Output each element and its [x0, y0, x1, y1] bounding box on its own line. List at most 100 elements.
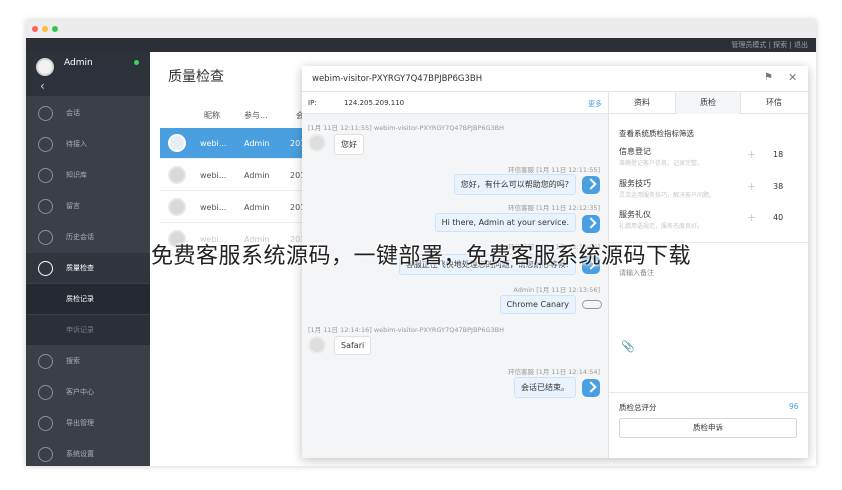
sidebar-item-conversations[interactable]: 会话 [26, 98, 150, 128]
score-value: 96 [789, 402, 799, 411]
paperclip-icon[interactable]: 📎 [621, 340, 635, 353]
sidebar-item-export[interactable]: 导出管理 [26, 408, 150, 438]
row-nick: webi... [200, 171, 227, 180]
metric-name: 信息登记 [619, 147, 651, 156]
message-bubble: Chrome Canary [499, 295, 576, 314]
metric-value[interactable]: 18 [773, 150, 783, 159]
agent-icon [582, 379, 600, 397]
divider [609, 392, 808, 393]
metric-desc: 礼貌用语规范，服务态度良好。 [619, 223, 704, 230]
row-nick: webi... [200, 139, 227, 148]
metric-row: 服务礼仪 礼貌用语规范，服务态度良好。 + 40 [619, 209, 799, 237]
zoom-window-icon[interactable] [52, 26, 58, 32]
chat-transcript[interactable]: IP: 124.205.209.110 更多 [1月 11日 12:11:55]… [302, 92, 609, 458]
tab-profile[interactable]: 资料 [609, 92, 675, 114]
minimize-window-icon[interactable] [42, 26, 48, 32]
metric-name: 服务技巧 [619, 179, 651, 188]
agent-icon [582, 215, 600, 233]
book-icon [38, 168, 53, 183]
tab-easemob[interactable]: 环信 [741, 92, 807, 114]
section-title: 查看系统质检指标筛选 [619, 129, 694, 138]
message-bubble: 您好 [334, 134, 364, 155]
queue-icon [38, 137, 53, 152]
sidebar-item-label: 留言 [66, 202, 80, 210]
column-header[interactable]: 昵称 [204, 110, 220, 121]
table-row[interactable]: webi... Admin 201 [160, 160, 305, 191]
top-bar-links[interactable]: 管理员模式 | 探索 | 退出 [731, 40, 808, 50]
metric-row: 服务技巧 灵活运用服务技巧，解决客户问题。 + 38 [619, 178, 799, 206]
metric-value[interactable]: 38 [773, 182, 783, 191]
sidebar-subitem-label: 申诉记录 [66, 326, 94, 334]
sidebar-item-knowledge[interactable]: 知识库 [26, 160, 150, 190]
sidebar-item-label: 会话 [66, 109, 80, 117]
overlay-banner: 免费客服系统源码，一键部署，免费客服系统源码下载 [150, 244, 691, 269]
row-agent: Admin [244, 171, 270, 180]
row-agent: Admin [244, 203, 270, 212]
visitor-avatar [168, 198, 186, 216]
sidebar-item-label: 待接入 [66, 140, 87, 148]
tab-quality[interactable]: 质检 [675, 92, 741, 114]
sidebar-subitem-qc-records[interactable]: 质检记录 [26, 284, 150, 314]
visitor-avatar [168, 134, 186, 152]
plus-icon[interactable]: + [747, 211, 756, 224]
note-icon [38, 199, 53, 214]
user-name: Admin [64, 58, 93, 68]
appeal-button[interactable]: 质检申诉 [619, 418, 797, 438]
ip-more-link[interactable]: 更多 [588, 99, 602, 109]
export-icon [38, 416, 53, 431]
message-meta: [1月 11日 12:11:55] webim-visitor-PXYRGY7Q… [308, 124, 504, 132]
sidebar-item-pending[interactable]: 待接入 [26, 129, 150, 159]
row-agent: Admin [244, 139, 270, 148]
flag-icon[interactable]: ⚑ [764, 72, 773, 83]
top-bar: 管理员模式 | 探索 | 退出 [26, 38, 816, 52]
column-header[interactable]: 参与... [244, 110, 268, 121]
dialog-header: webim-visitor-PXYRGY7Q47BPJBP6G3BH ⚑ ✕ [302, 66, 808, 92]
visitor-avatar [168, 166, 186, 184]
sidebar-item-label: 客户中心 [66, 388, 94, 396]
sidebar-subitem-appeal-records[interactable]: 申诉记录 [26, 315, 150, 345]
metric-desc: 准确登记客户信息，记录完整。 [619, 160, 704, 167]
metric-name: 服务礼仪 [619, 210, 651, 219]
window-titlebar [26, 20, 816, 38]
sidebar-subitem-label: 质检记录 [66, 295, 94, 303]
page-title: 质量检查 [168, 69, 224, 85]
visitor-avatar [308, 336, 326, 354]
shoe-icon [582, 300, 602, 309]
qc-panel: 资料 质检 环信 查看系统质检指标筛选 信息登记 准确登记客户信息，记录完整。 … [609, 92, 808, 458]
avatar[interactable] [36, 58, 54, 76]
visitor-avatar [308, 134, 326, 152]
sidebar-item-label: 知识库 [66, 171, 87, 179]
row-nick: webi... [200, 203, 227, 212]
message-bubble: 您好，有什么可以帮助您的吗? [453, 174, 576, 195]
back-arrow-icon[interactable]: ‹ [40, 79, 45, 93]
panel-tabs: 资料 质检 环信 [609, 92, 808, 114]
message-meta: 环信客服 [1月 11日 12:11:55] [508, 166, 600, 174]
score-label: 质检总评分 [619, 403, 657, 412]
table-row[interactable]: webi... Admin 201 [160, 128, 305, 159]
search-icon [38, 354, 53, 369]
customer-icon [38, 385, 53, 400]
message-bubble: Hi there, Admin at your service. [434, 213, 576, 232]
sidebar-item-label: 搜索 [66, 357, 80, 365]
sidebar-item-settings[interactable]: 系统设置 [26, 439, 150, 466]
close-icon[interactable]: ✕ [788, 71, 797, 84]
plus-icon[interactable]: + [747, 148, 756, 161]
sidebar-item-label: 系统设置 [66, 450, 94, 458]
sidebar-item-messages[interactable]: 留言 [26, 191, 150, 221]
close-window-icon[interactable] [32, 26, 38, 32]
message-meta: Admin [1月 11日 12:13:56] [513, 286, 600, 294]
sidebar-item-search[interactable]: 搜索 [26, 346, 150, 376]
metric-value[interactable]: 40 [773, 213, 783, 222]
message-meta: 环信客服 [1月 11日 12:14:54] [508, 368, 600, 376]
message-meta: 环信客服 [1月 11日 12:12:35] [508, 204, 600, 212]
ip-bar: IP: 124.205.209.110 更多 [302, 92, 608, 114]
sidebar-item-customers[interactable]: 客户中心 [26, 377, 150, 407]
agent-icon [582, 176, 600, 194]
message-meta: [1月 11日 12:14:16] webim-visitor-PXYRGY7Q… [308, 326, 504, 334]
table-row[interactable]: webi... Admin 201 [160, 192, 305, 223]
ip-value: 124.205.209.110 [344, 99, 405, 107]
gear-icon [38, 447, 53, 462]
metric-row: 信息登记 准确登记客户信息，记录完整。 + 18 [619, 146, 799, 174]
plus-icon[interactable]: + [747, 180, 756, 193]
sidebar-header: Admin ‹ [26, 52, 150, 96]
